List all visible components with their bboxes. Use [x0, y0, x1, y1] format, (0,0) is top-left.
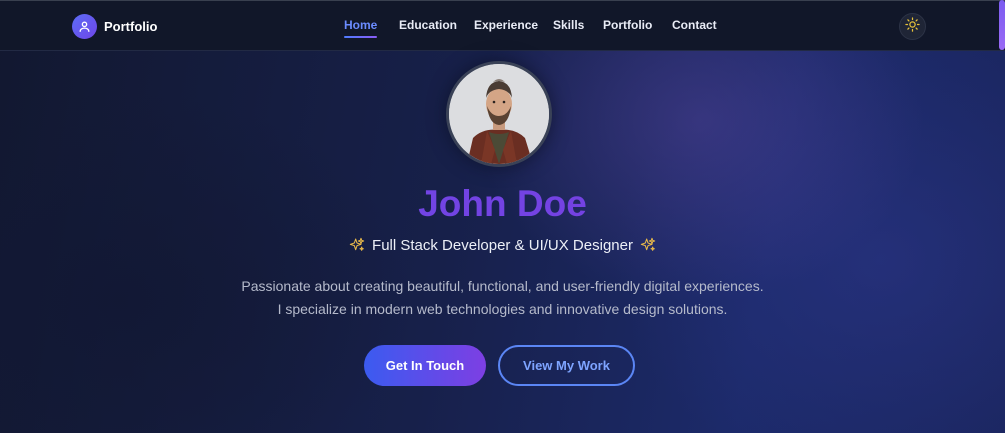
theme-toggle-button[interactable]	[899, 13, 926, 40]
nav-item-home[interactable]: Home	[344, 18, 378, 38]
hero-role-text: Full Stack Developer & UI/UX Designer	[372, 236, 633, 254]
profile-photo	[446, 61, 552, 167]
hero-role: Full Stack Developer & UI/UX Designer	[0, 234, 1005, 256]
nav-item-portfolio[interactable]: Portfolio	[603, 18, 652, 32]
sparkles-icon	[349, 237, 365, 253]
nav-menu: Home Education Experience Skills Portfol…	[0, 18, 1005, 38]
get-in-touch-button[interactable]: Get In Touch	[364, 345, 486, 386]
hero-description: Passionate about creating beautiful, fun…	[0, 275, 1005, 321]
sun-icon	[905, 16, 920, 37]
nav-item-experience[interactable]: Experience	[474, 18, 538, 32]
scrollbar-thumb[interactable]	[999, 0, 1005, 50]
hero-description-line: Passionate about creating beautiful, fun…	[241, 278, 764, 294]
nav-item-skills[interactable]: Skills	[553, 18, 584, 32]
nav-item-education[interactable]: Education	[399, 18, 457, 32]
view-my-work-button[interactable]: View My Work	[498, 345, 635, 386]
sparkles-icon	[640, 237, 656, 253]
hero-description-line: I specialize in modern web technologies …	[277, 301, 728, 317]
nav-item-contact[interactable]: Contact	[672, 18, 717, 32]
hero-name: John Doe	[0, 181, 1005, 227]
navbar: Portfolio Home Education Experience Skil…	[0, 0, 1005, 51]
